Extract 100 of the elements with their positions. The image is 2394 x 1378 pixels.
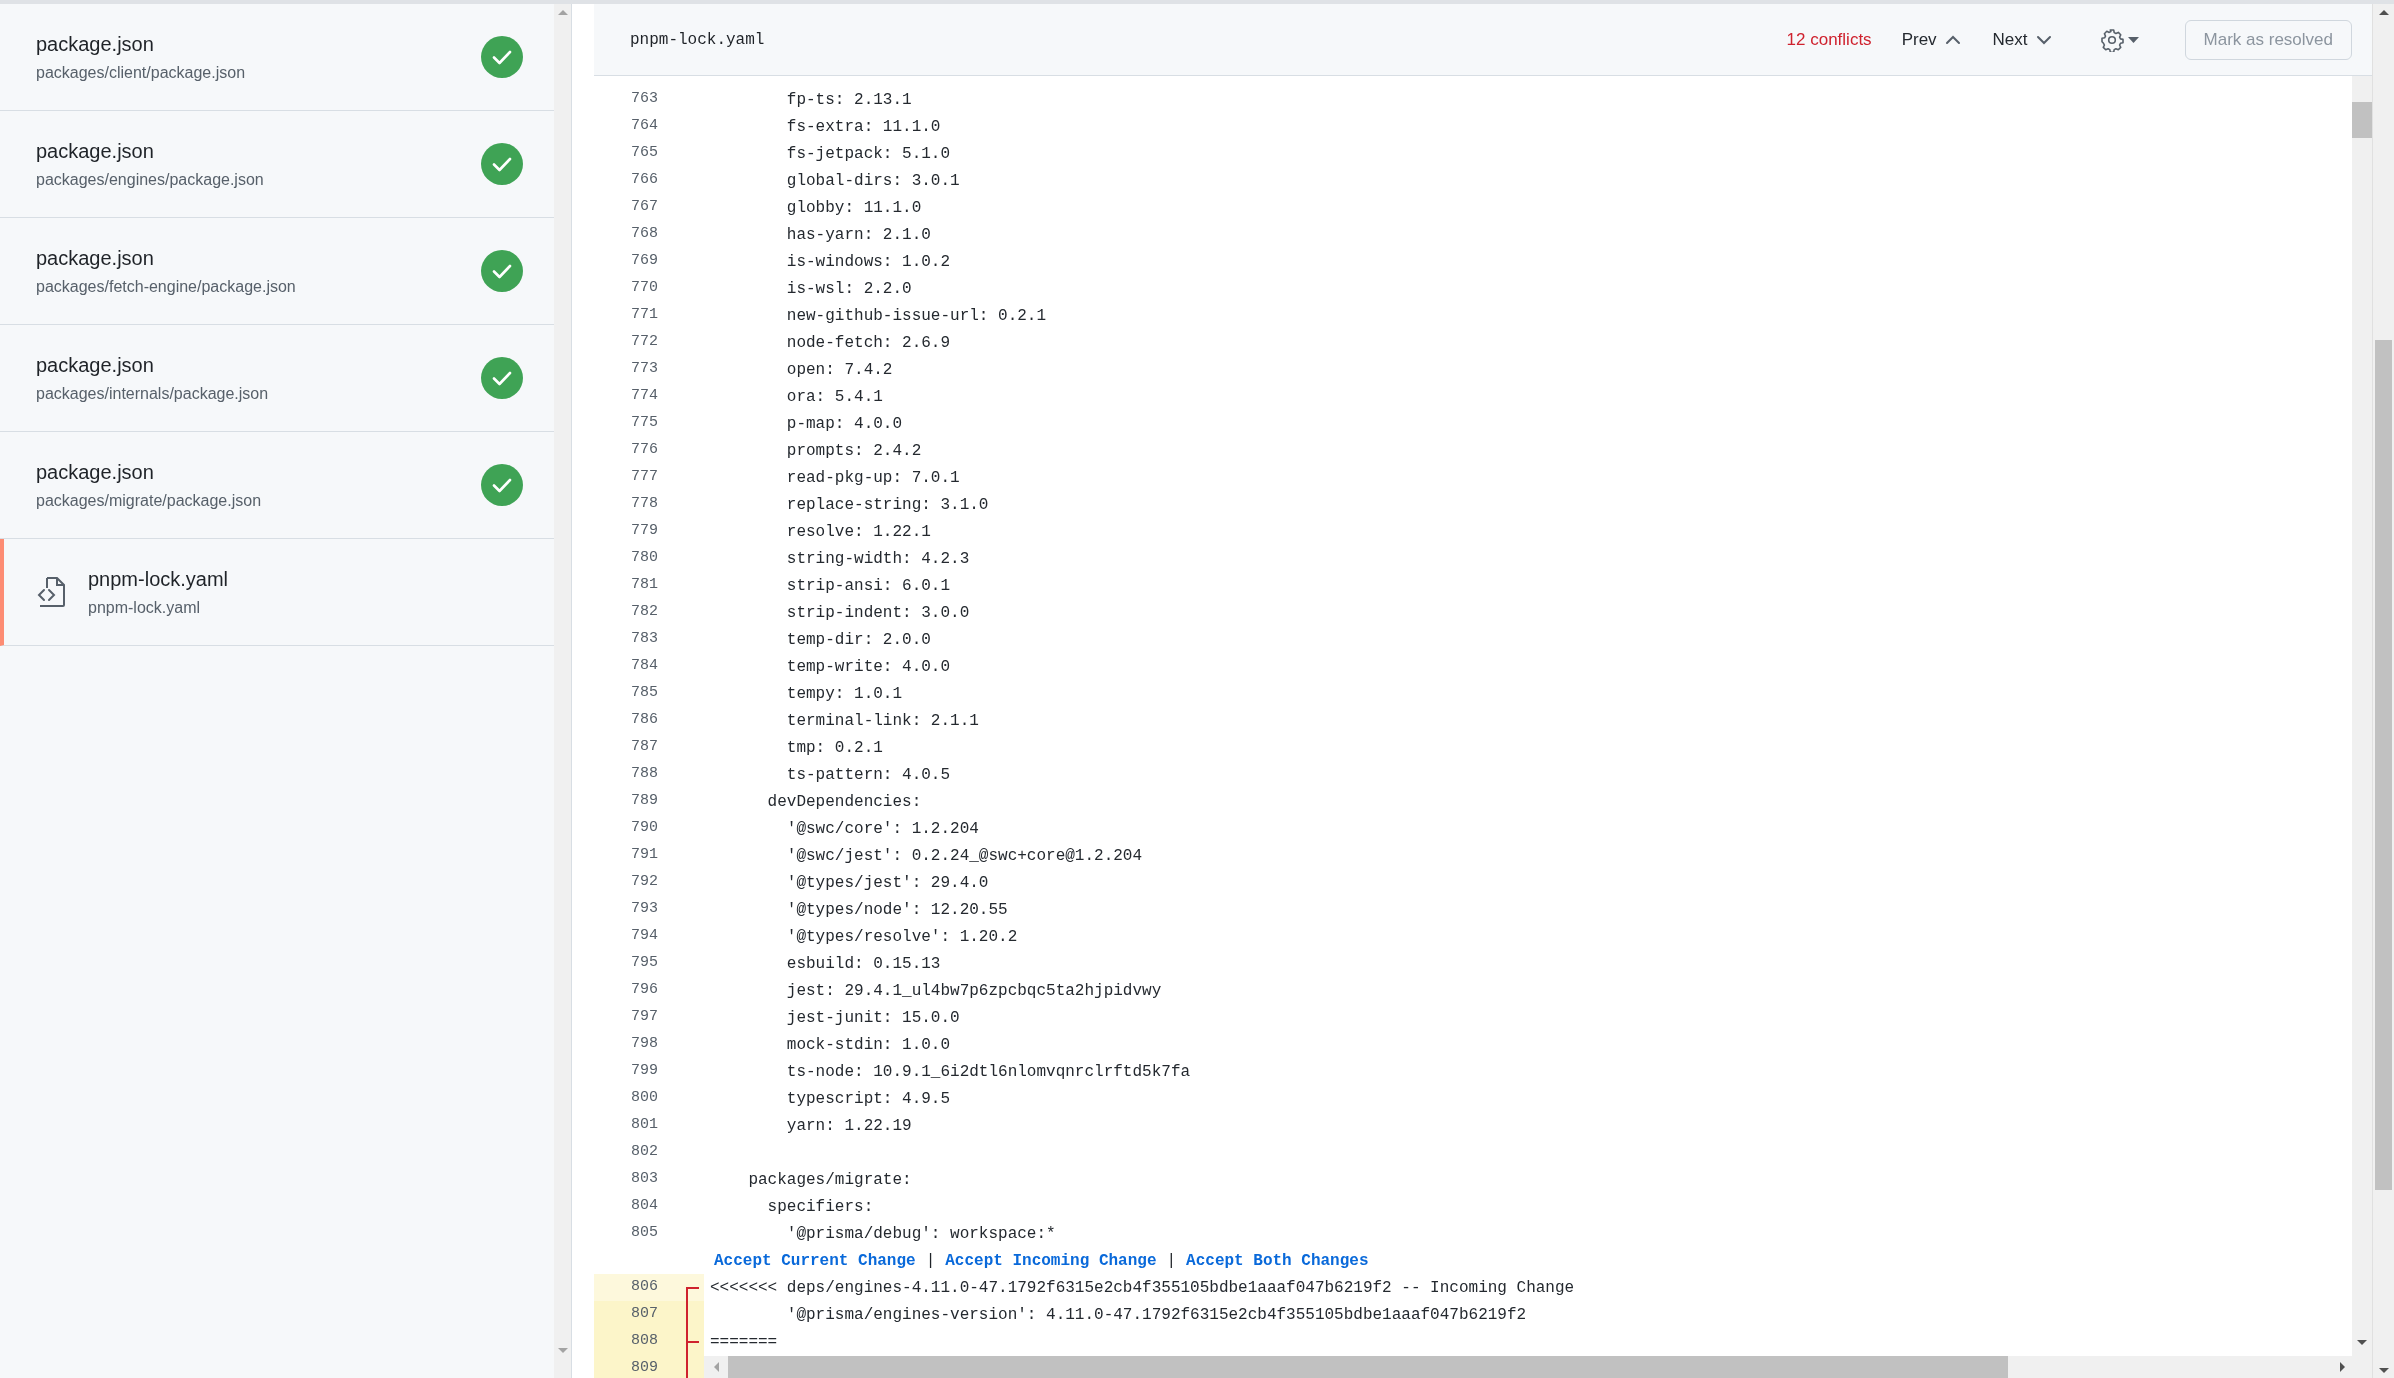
line-number: 804 [630, 1196, 659, 1217]
code-line: tmp: 0.2.1 [785, 737, 883, 759]
code-line: temp-write: 4.0.0 [785, 656, 951, 678]
line-number: 801 [630, 1115, 659, 1136]
file-name: pnpm-lock.yaml [88, 566, 230, 592]
code-line: yarn: 1.22.19 [785, 1115, 912, 1137]
code-line: string-width: 4.2.3 [785, 548, 970, 570]
scroll-left-icon[interactable] [713, 1362, 719, 1372]
code-line: prompts: 2.4.2 [785, 440, 922, 462]
line-number: 791 [630, 845, 659, 866]
line-number: 766 [630, 170, 659, 191]
scroll-right-icon[interactable] [2339, 1362, 2345, 1372]
scroll-down-icon[interactable] [2357, 1339, 2367, 1345]
conflict-count: 12 conflicts [1786, 28, 1872, 51]
file-name: package.json [36, 31, 155, 57]
line-number: 769 [630, 251, 659, 272]
code-line: temp-dir: 2.0.0 [785, 629, 931, 651]
code-line: resolve: 1.22.1 [785, 521, 931, 543]
code-line: specifiers: [766, 1196, 874, 1218]
chevron-up-icon [1944, 34, 1961, 45]
code-line: '@swc/core': 1.2.204 [785, 818, 979, 840]
file-path: packages/client/package.json [36, 62, 247, 83]
accept-change-link[interactable]: Accept Current Change [714, 1248, 916, 1273]
line-number: 782 [630, 602, 659, 623]
line-number: 790 [630, 818, 659, 839]
code-line: is-wsl: 2.2.0 [785, 278, 912, 300]
check-icon [480, 249, 524, 293]
code-line: globby: 11.1.0 [785, 197, 922, 219]
code-line: terminal-link: 2.1.1 [785, 710, 979, 732]
separator-text: | [1166, 1250, 1177, 1272]
code-line: fs-jetpack: 5.1.0 [785, 143, 951, 165]
line-number: 764 [630, 116, 659, 137]
line-number: 767 [630, 197, 659, 218]
line-number: 806 [630, 1277, 659, 1298]
scroll-up-icon[interactable] [2378, 9, 2389, 15]
code-line: fs-extra: 11.1.0 [785, 116, 941, 138]
code-line: ts-pattern: 4.0.5 [785, 764, 951, 786]
code-line: jest: 29.4.1_ul4bw7p6zpcbqc5ta2hjpidvwy [785, 980, 1162, 1002]
code-line: is-windows: 1.0.2 [785, 251, 951, 273]
line-number: 771 [630, 305, 659, 326]
line-number: 794 [630, 926, 659, 947]
code-line: mock-stdin: 1.0.0 [785, 1034, 951, 1056]
line-number: 788 [630, 764, 659, 785]
line-number: 763 [630, 89, 659, 110]
line-number: 799 [630, 1061, 659, 1082]
line-number: 807 [630, 1304, 659, 1325]
file-name: package.json [36, 352, 155, 378]
line-number: 809 [630, 1358, 659, 1378]
line-number: 783 [630, 629, 659, 650]
file-name: package.json [36, 245, 155, 271]
line-number: 793 [630, 899, 659, 920]
line-number: 765 [630, 143, 659, 164]
code-line: global-dirs: 3.0.1 [785, 170, 960, 192]
line-number: 795 [630, 953, 659, 974]
line-number: 797 [630, 1007, 659, 1028]
settings-button[interactable] [2099, 27, 2139, 52]
code-line: packages/migrate: [747, 1169, 912, 1191]
line-number: 786 [630, 710, 659, 731]
next-button[interactable]: Next [1992, 26, 2052, 53]
code-file-icon [36, 576, 66, 608]
line-number: 776 [630, 440, 659, 461]
code-line: tempy: 1.0.1 [785, 683, 903, 705]
line-number: 798 [630, 1034, 659, 1055]
file-path: packages/engines/package.json [36, 169, 265, 190]
file-path: pnpm-lock.yaml [88, 597, 202, 618]
line-number: 785 [630, 683, 659, 704]
line-number: 774 [630, 386, 659, 407]
code-line: new-github-issue-url: 0.2.1 [785, 305, 1047, 327]
file-name: package.json [36, 138, 155, 164]
settings-icon [2099, 27, 2124, 52]
line-number: 778 [630, 494, 659, 515]
prev-button[interactable]: Prev [1901, 26, 1961, 53]
code-line: ======= [709, 1331, 778, 1353]
file-item[interactable]: pnpm-lock.yaml pnpm-lock.yaml [0, 539, 554, 646]
file-name: pnpm-lock.yaml [630, 29, 765, 51]
code-line: '@types/node': 12.20.55 [785, 899, 1008, 921]
line-number: 800 [630, 1088, 659, 1109]
line-number: 775 [630, 413, 659, 434]
check-icon [480, 35, 524, 79]
accept-change-link[interactable]: Accept Incoming Change [945, 1248, 1157, 1273]
line-number: 796 [630, 980, 659, 1001]
line-number: 792 [630, 872, 659, 893]
line-number: 770 [630, 278, 659, 299]
code-line: strip-indent: 3.0.0 [785, 602, 970, 624]
code-line: typescript: 4.9.5 [785, 1088, 951, 1110]
code-line: p-map: 4.0.0 [785, 413, 903, 435]
file-name: package.json [36, 459, 155, 485]
code-line: esbuild: 0.15.13 [785, 953, 941, 975]
code-line: ora: 5.4.1 [785, 386, 883, 408]
code-line: replace-string: 3.1.0 [785, 494, 989, 516]
code-line: open: 7.4.2 [785, 359, 893, 381]
line-number: 784 [630, 656, 659, 677]
scroll-down-icon[interactable] [2378, 1367, 2389, 1373]
line-number: 802 [630, 1142, 659, 1163]
line-number: 781 [630, 575, 659, 596]
file-path: packages/migrate/package.json [36, 490, 263, 511]
check-icon [480, 142, 524, 186]
code-line: '@types/resolve': 1.20.2 [785, 926, 1018, 948]
accept-change-link[interactable]: Accept Both Changes [1186, 1248, 1369, 1273]
line-number: 803 [630, 1169, 659, 1190]
